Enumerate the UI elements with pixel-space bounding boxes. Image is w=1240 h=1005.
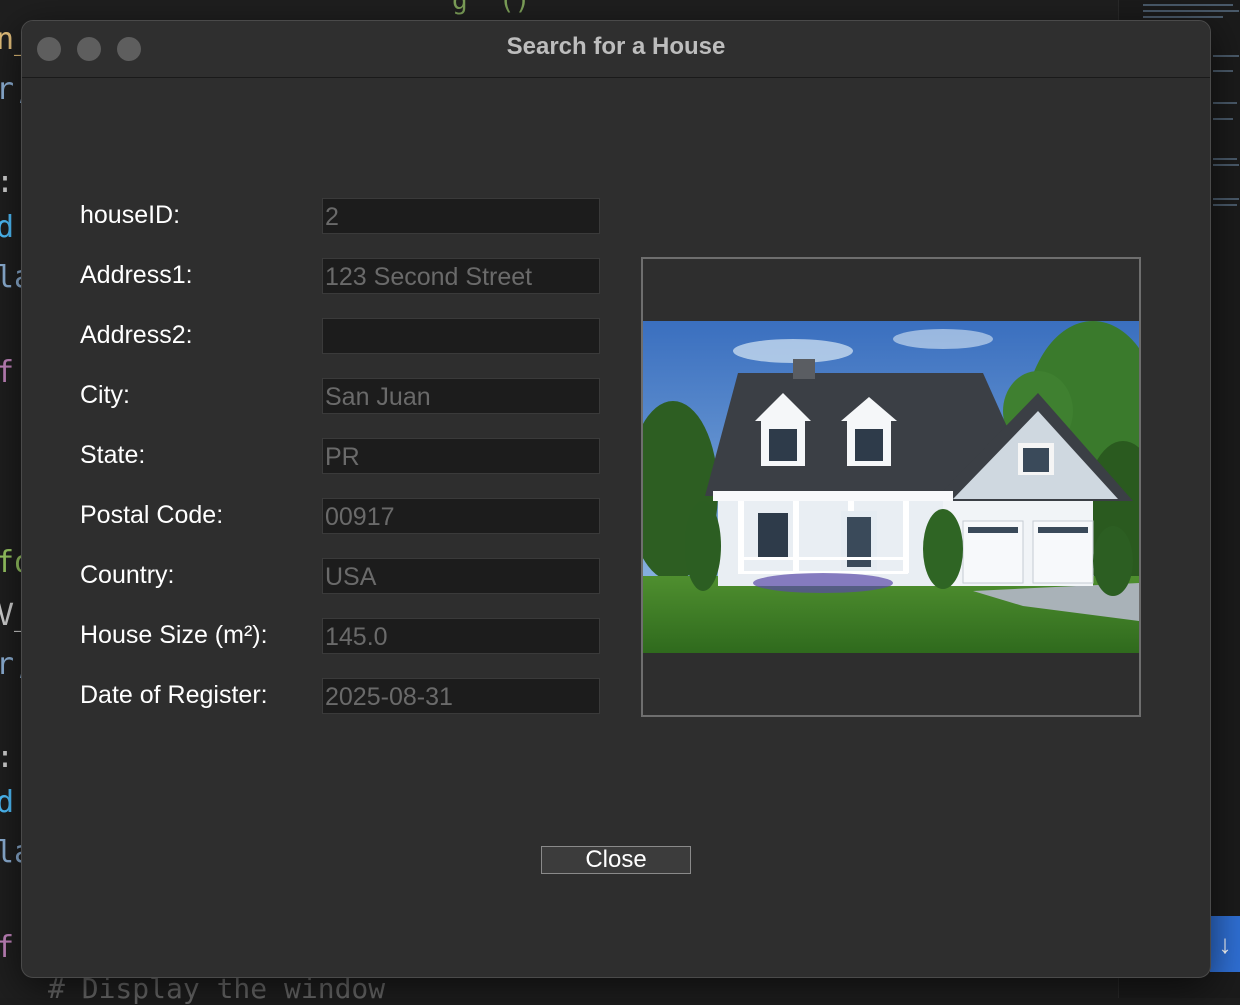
label-city: City: (80, 381, 130, 409)
label-address2: Address2: (80, 321, 193, 349)
editor-code-fragment: : (0, 740, 14, 775)
date-of-register-field[interactable]: 2025-08-31 (322, 678, 600, 714)
house-photo (643, 321, 1139, 653)
label-country: Country: (80, 561, 175, 589)
search-house-dialog: Search for a House houseID: 2 Address1: … (21, 20, 1211, 978)
label-house-id: houseID: (80, 201, 181, 229)
editor-code-fragment: f (0, 930, 15, 965)
editor-code-line-top: g () (452, 0, 531, 16)
window-titlebar[interactable]: Search for a House (22, 21, 1210, 78)
address1-field[interactable]: 123 Second Street (322, 258, 600, 294)
label-date-of-register: Date of Register: (80, 681, 268, 709)
house-size-field[interactable]: 145.0 (322, 618, 600, 654)
editor-code-fragment: : (0, 165, 14, 200)
close-button[interactable]: Close (541, 846, 691, 874)
arrow-down-icon: ↓ (1218, 928, 1232, 959)
country-field[interactable]: USA (322, 558, 600, 594)
label-address1: Address1: (80, 261, 193, 289)
house-photo-frame (641, 257, 1141, 717)
scroll-down-button[interactable]: ↓ (1210, 916, 1240, 972)
house-id-field[interactable]: 2 (322, 198, 600, 234)
label-postal-code: Postal Code: (80, 501, 224, 529)
editor-code-fragment: f (0, 355, 15, 390)
window-title: Search for a House (506, 33, 726, 60)
label-house-size: House Size (m²): (80, 621, 268, 649)
state-field[interactable]: PR (322, 438, 600, 474)
postal-code-field[interactable]: 00917 (322, 498, 600, 534)
editor-code-fragment: d (0, 210, 15, 245)
editor-code-fragment: d (0, 785, 15, 820)
address2-field[interactable] (322, 318, 600, 354)
city-field[interactable]: San Juan (322, 378, 600, 414)
label-state: State: (80, 441, 146, 469)
